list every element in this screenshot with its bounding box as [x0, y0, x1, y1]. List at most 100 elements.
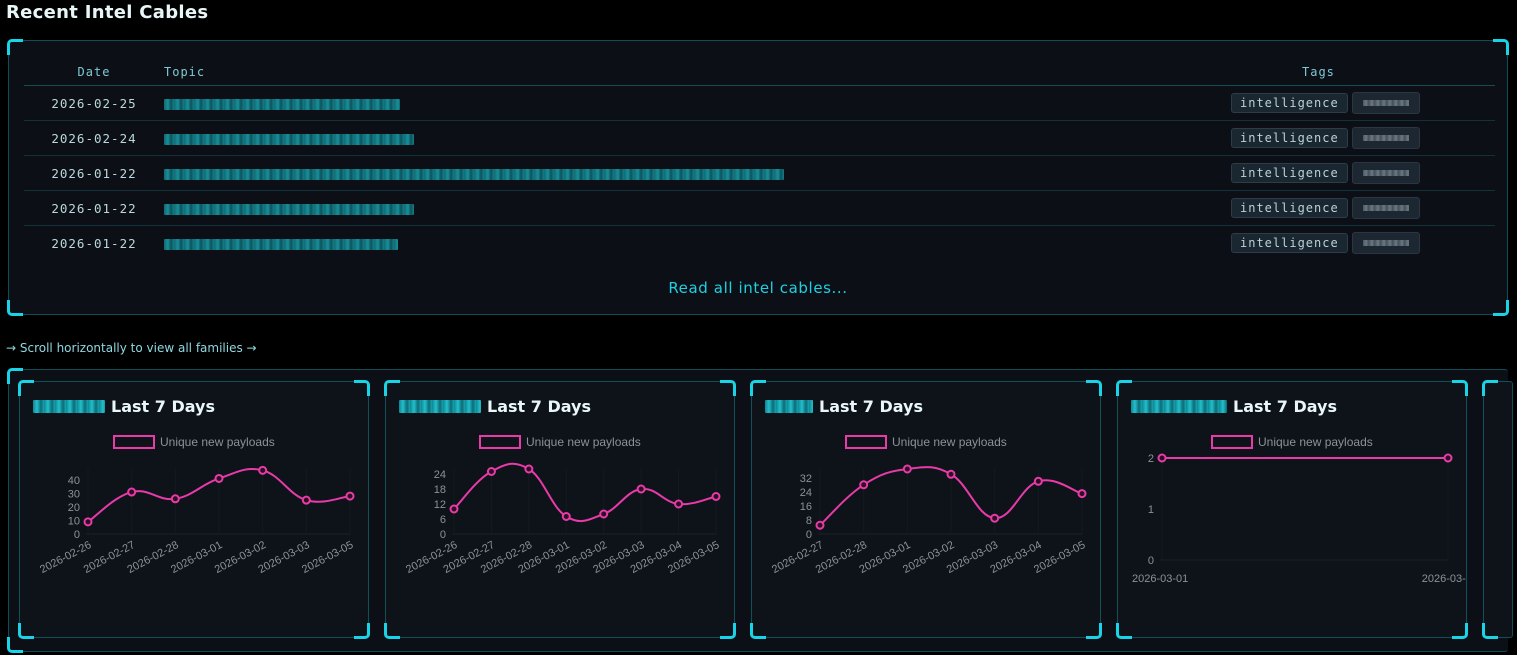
line-chart: Unique new payloads0102030402026-02-2620… [38, 435, 355, 576]
data-point[interactable] [636, 484, 646, 494]
intel-cables-panel: Date Topic Tags 2026-02-25 intelligence 20… [7, 39, 1509, 316]
y-tick-label: 24 [434, 469, 446, 481]
cable-tags-cell: intelligence [1231, 120, 1495, 156]
scroll-hint: → Scroll horizontally to view all famili… [6, 341, 257, 355]
corner-bracket [7, 39, 23, 55]
data-point[interactable] [1443, 453, 1453, 463]
tag-badge-redacted[interactable] [1351, 197, 1420, 219]
data-point[interactable] [524, 464, 534, 474]
y-tick-label: 0 [1148, 555, 1154, 567]
cable-topic-cell[interactable] [164, 155, 1231, 191]
data-point[interactable] [815, 520, 825, 530]
legend-label[interactable]: Unique new payloads [526, 435, 641, 449]
data-point[interactable] [1077, 489, 1087, 499]
family-name-redacted [33, 400, 105, 413]
y-tick-label: 18 [434, 484, 446, 496]
column-header-tags: Tags [1231, 59, 1495, 86]
family-card-title: Last 7 Days [33, 397, 215, 416]
data-point[interactable] [170, 494, 180, 504]
data-point[interactable] [449, 504, 459, 514]
family-card: Last 7 Days Unique new payloads 0 8 16 24 32 20… [750, 380, 1102, 639]
tag-badge-redacted[interactable] [1351, 232, 1420, 254]
table-row[interactable]: 2026-01-22 intelligence [24, 155, 1495, 191]
line-chart: Unique new payloads081624322026-02-27202… [770, 435, 1087, 576]
legend-label[interactable]: Unique new payloads [1258, 435, 1373, 449]
data-point[interactable] [1033, 476, 1043, 486]
family-name-redacted [1131, 400, 1227, 413]
cable-topic-link[interactable] [164, 98, 400, 110]
data-point[interactable] [859, 480, 869, 490]
cable-topic-cell[interactable] [164, 85, 1231, 121]
data-point[interactable] [127, 487, 137, 497]
intel-cables-table: Date Topic Tags 2026-02-25 intelligence 20… [24, 59, 1495, 260]
cable-topic-link[interactable] [164, 203, 414, 215]
y-tick-label: 0 [440, 529, 446, 541]
cable-topic-cell[interactable] [164, 190, 1231, 226]
tag-badge[interactable]: intelligence [1231, 233, 1348, 253]
y-tick-label: 8 [806, 515, 812, 527]
tag-badge[interactable]: intelligence [1231, 128, 1348, 148]
tag-badge[interactable]: intelligence [1231, 163, 1348, 183]
cable-date: 2026-01-22 [24, 190, 164, 226]
tag-badge[interactable]: intelligence [1231, 93, 1348, 113]
data-point[interactable] [301, 495, 311, 505]
x-tick-label: 2026-03-02 [1422, 573, 1466, 585]
y-tick-label: 30 [68, 488, 80, 500]
data-point[interactable] [486, 467, 496, 476]
family-card: Last 7 Days Unique new payloads 0 1 2 2026-03… [1116, 380, 1468, 639]
tag-badge-redacted[interactable] [1351, 92, 1420, 114]
table-row[interactable]: 2026-02-24 intelligence [24, 120, 1495, 156]
line-chart: Unique new payloads 0 1 2 2026-03-01 2026-03-… [1132, 435, 1466, 585]
data-point[interactable] [83, 517, 93, 527]
table-row[interactable]: 2026-01-22 intelligence [24, 226, 1495, 261]
data-point[interactable] [258, 465, 268, 475]
legend-swatch[interactable] [1211, 435, 1253, 449]
family-card-title: Last 7 Days [765, 397, 923, 416]
data-point[interactable] [1157, 453, 1167, 463]
corner-bracket [354, 380, 370, 396]
data-point[interactable] [711, 492, 721, 501]
corner-bracket [18, 380, 34, 396]
column-header-topic: Topic [164, 59, 1231, 86]
y-tick-label: 0 [806, 529, 812, 541]
data-point[interactable] [345, 491, 355, 501]
table-row[interactable]: 2026-01-22 intelligence [24, 190, 1495, 226]
family-card-partial [1482, 380, 1513, 639]
legend-label[interactable]: Unique new payloads [160, 435, 275, 449]
data-point[interactable] [214, 473, 224, 483]
data-point[interactable] [674, 499, 684, 509]
cable-tags-cell: intelligence [1231, 226, 1495, 261]
table-header-row: Date Topic Tags [24, 59, 1495, 86]
y-tick-label: 20 [68, 502, 80, 514]
y-tick-label: 2 [1148, 453, 1154, 465]
tag-badge-redacted[interactable] [1351, 162, 1420, 184]
data-point[interactable] [946, 469, 956, 479]
legend-label[interactable]: Unique new payloads [892, 435, 1007, 449]
family-card: Last 7 Days Unique new payloads 0 10 20 30 40 2… [18, 380, 370, 639]
y-tick-label: 0 [74, 529, 80, 541]
corner-bracket [1493, 300, 1509, 316]
cable-topic-cell[interactable] [164, 120, 1231, 156]
legend-swatch[interactable] [479, 435, 521, 449]
data-point[interactable] [990, 513, 1000, 523]
cable-topic-link[interactable] [164, 133, 414, 145]
y-tick-label: 32 [800, 473, 812, 485]
corner-bracket [720, 380, 736, 396]
legend-swatch[interactable] [113, 435, 155, 449]
cable-topic-link[interactable] [164, 168, 784, 180]
y-tick-label: 24 [800, 487, 812, 499]
tag-badge[interactable]: intelligence [1231, 198, 1348, 218]
tag-badge-redacted[interactable] [1351, 127, 1420, 149]
cable-topic-link[interactable] [164, 238, 398, 250]
corner-bracket [750, 380, 766, 396]
read-all-cables-link[interactable]: Read all intel cables... [9, 279, 1507, 297]
data-point[interactable] [902, 464, 912, 474]
family-card-title-text: Last 7 Days [487, 397, 591, 416]
cable-date: 2026-02-25 [24, 85, 164, 121]
data-point[interactable] [599, 509, 609, 519]
data-point[interactable] [561, 512, 571, 521]
family-card: Last 7 Days Unique new payloads 0 6 12 18 24 20… [384, 380, 736, 639]
legend-swatch[interactable] [845, 435, 887, 449]
cable-topic-cell[interactable] [164, 226, 1231, 261]
table-row[interactable]: 2026-02-25 intelligence [24, 85, 1495, 121]
